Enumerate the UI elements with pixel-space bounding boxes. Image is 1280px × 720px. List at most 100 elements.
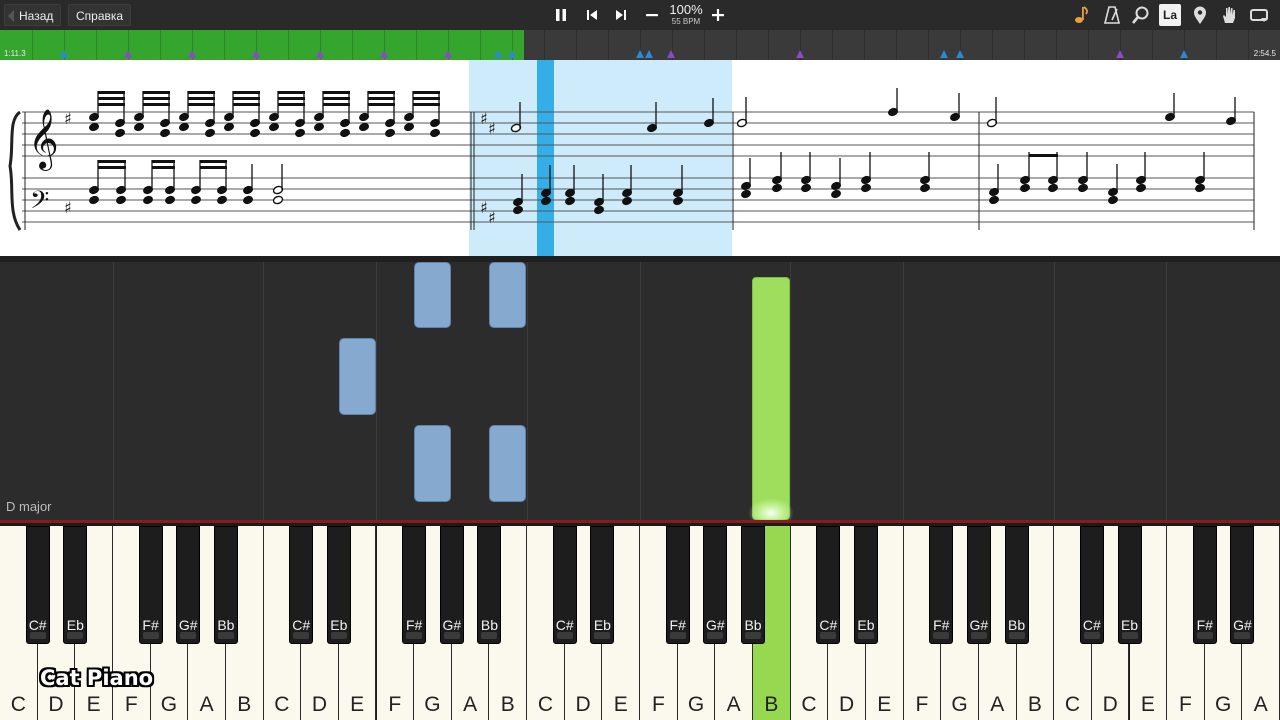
black-key[interactable]: F# xyxy=(402,526,427,644)
key-signature-label: D major xyxy=(6,499,52,514)
timeline-tick xyxy=(1024,30,1025,60)
white-key-label: E xyxy=(613,693,628,716)
timeline-marker[interactable] xyxy=(796,50,804,58)
la-icon[interactable]: La xyxy=(1159,4,1181,26)
back-button[interactable]: Назад xyxy=(4,4,62,26)
song-timeline[interactable]: 1:11.3 2:54.5 xyxy=(0,30,1280,60)
black-key[interactable]: G# xyxy=(703,526,728,644)
timeline-marker[interactable] xyxy=(60,50,68,58)
octave-guide-line xyxy=(903,262,904,520)
metronome-icon[interactable] xyxy=(1101,4,1123,26)
falling-note xyxy=(489,425,526,502)
black-key[interactable]: G# xyxy=(176,526,201,644)
note-icon[interactable] xyxy=(1071,4,1093,26)
black-key-label: Bb xyxy=(1007,617,1026,633)
current-measure-highlight xyxy=(469,60,732,258)
white-key-label: F xyxy=(1179,693,1192,716)
black-key-label: Eb xyxy=(857,617,875,633)
svg-text:♯: ♯ xyxy=(488,208,496,227)
loop-icon[interactable] xyxy=(1248,4,1270,26)
white-key-label: E xyxy=(350,693,365,716)
black-key-label: F# xyxy=(142,617,159,633)
timeline-marker[interactable] xyxy=(252,50,260,58)
timeline-marker[interactable] xyxy=(636,50,644,58)
black-key[interactable]: F# xyxy=(138,526,163,644)
white-key-label: D xyxy=(311,693,328,716)
octave-guide-line xyxy=(790,262,791,520)
treble-clef: 𝄞 xyxy=(28,109,59,171)
timeline-marker[interactable] xyxy=(316,50,324,58)
black-key[interactable]: F# xyxy=(665,526,690,644)
timeline-tick xyxy=(416,30,417,60)
falling-note xyxy=(339,338,376,415)
timeline-tick xyxy=(32,30,33,60)
black-key-label: C# xyxy=(28,617,47,633)
black-key[interactable]: Eb xyxy=(590,526,615,644)
timeline-marker[interactable] xyxy=(956,50,964,58)
black-key[interactable]: Bb xyxy=(477,526,502,644)
timeline-marker[interactable] xyxy=(1180,50,1188,58)
white-key-label: C xyxy=(274,693,290,716)
timeline-marker[interactable] xyxy=(667,50,675,58)
svg-text:♯: ♯ xyxy=(64,198,72,217)
black-key[interactable]: Bb xyxy=(213,526,238,644)
black-key[interactable]: G# xyxy=(439,526,464,644)
marker-icon[interactable] xyxy=(1189,4,1211,26)
white-key-label: E xyxy=(877,693,892,716)
bass-clef: 𝄢 xyxy=(30,186,49,221)
score-staff: 𝄞 𝄢 ♯ ♯ ♯ ♯ ♯ ♯ xyxy=(8,60,1255,258)
black-key[interactable]: F# xyxy=(1192,526,1217,644)
black-key[interactable]: C# xyxy=(816,526,841,644)
speed-readout: 100% 55 BPM xyxy=(666,3,706,27)
timeline-marker[interactable] xyxy=(940,50,948,58)
black-key[interactable]: Eb xyxy=(853,526,878,644)
timeline-tick xyxy=(352,30,353,60)
timeline-marker[interactable] xyxy=(645,50,653,58)
magnifier-icon[interactable] xyxy=(1130,4,1152,26)
black-key[interactable]: C# xyxy=(1079,526,1104,644)
timeline-marker[interactable] xyxy=(380,50,388,58)
timeline-tick xyxy=(224,30,225,60)
black-key[interactable]: Eb xyxy=(326,526,351,644)
pause-icon[interactable] xyxy=(549,3,573,27)
black-key-label: G# xyxy=(1233,617,1252,633)
black-key[interactable]: F# xyxy=(929,526,954,644)
white-key-label: G xyxy=(160,693,178,716)
white-key-label: B xyxy=(237,693,252,716)
white-key-label: C xyxy=(10,693,26,716)
minus-icon[interactable] xyxy=(640,3,664,27)
black-key-label: Eb xyxy=(66,617,84,633)
timeline-marker[interactable] xyxy=(188,50,196,58)
black-key[interactable]: Eb xyxy=(1117,526,1142,644)
timeline-marker[interactable] xyxy=(124,50,132,58)
white-key-label: A xyxy=(726,693,741,716)
skip-back-icon[interactable] xyxy=(580,3,604,27)
white-key-label: C xyxy=(801,693,817,716)
black-key[interactable]: Bb xyxy=(1004,526,1029,644)
hand-icon[interactable] xyxy=(1218,4,1240,26)
plus-icon[interactable] xyxy=(706,3,730,27)
timeline-marker[interactable] xyxy=(444,50,452,58)
black-key[interactable]: C# xyxy=(25,526,50,644)
help-button[interactable]: Справка xyxy=(68,4,132,26)
octave-guide-line xyxy=(113,262,114,520)
timeline-tick xyxy=(544,30,545,60)
white-key-label: D xyxy=(839,693,855,716)
skip-forward-icon[interactable] xyxy=(609,3,633,27)
black-key[interactable]: G# xyxy=(1230,526,1255,644)
timeline-tick xyxy=(480,30,481,60)
timeline-marker[interactable] xyxy=(494,50,502,58)
white-key-label: A xyxy=(1253,693,1268,716)
black-key-label: C# xyxy=(555,617,574,633)
timeline-marker[interactable] xyxy=(1116,50,1124,58)
black-key[interactable]: Bb xyxy=(741,526,765,644)
black-key[interactable]: C# xyxy=(552,526,577,644)
black-key-label: Bb xyxy=(217,617,235,633)
octave-guide-line xyxy=(1166,262,1167,520)
black-key[interactable]: C# xyxy=(289,526,314,644)
sheet-music: 𝄞 𝄢 ♯ ♯ ♯ ♯ ♯ ♯ xyxy=(0,60,1280,258)
black-key[interactable]: Eb xyxy=(63,526,88,644)
white-key-label: D xyxy=(1102,693,1118,716)
black-key[interactable]: G# xyxy=(966,526,991,644)
timeline-marker[interactable] xyxy=(508,50,516,58)
